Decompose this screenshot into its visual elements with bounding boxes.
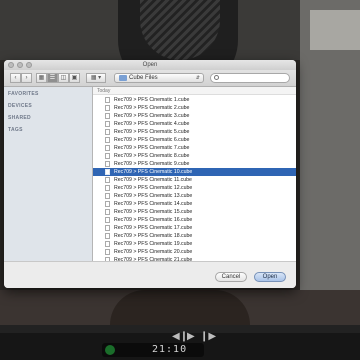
file-row[interactable]: Rec709 > PFS Cinematic 20.cube	[93, 248, 296, 256]
file-name: Rec709 > PFS Cinematic 10.cube	[114, 169, 193, 175]
subject-shoulders	[110, 290, 250, 325]
document-icon	[105, 169, 110, 175]
video-frame-bottom	[0, 290, 360, 325]
list-view-button[interactable]: ☰	[47, 73, 58, 83]
sidebar-section-devices[interactable]: DEVICES	[8, 103, 32, 109]
timecode-display: 21:10	[102, 343, 204, 357]
file-name: Rec709 > PFS Cinematic 19.cube	[114, 241, 193, 247]
toolbar: ‹ › ▦ ☰ ◫ ▣ ▦ ▾ Cube Files ⇵	[4, 70, 296, 87]
file-name: Rec709 > PFS Cinematic 9.cube	[114, 161, 190, 167]
file-rows: Rec709 > PFS Cinematic 1.cube Rec709 > PF…	[93, 96, 296, 261]
file-row[interactable]: Rec709 > PFS Cinematic 6.cube	[93, 136, 296, 144]
file-row[interactable]: Rec709 > PFS Cinematic 1.cube	[93, 96, 296, 104]
location-label: Cube Files	[129, 75, 158, 81]
document-icon	[105, 137, 110, 143]
file-name: Rec709 > PFS Cinematic 3.cube	[114, 113, 190, 119]
sidebar: FAVORITES DEVICES SHARED TAGS	[4, 87, 93, 261]
search-input[interactable]	[210, 73, 290, 83]
sidebar-section-favorites[interactable]: FAVORITES	[8, 91, 39, 97]
column-view-button[interactable]: ◫	[58, 73, 69, 83]
back-button[interactable]: ‹	[10, 73, 21, 83]
document-icon	[105, 217, 110, 223]
file-name: Rec709 > PFS Cinematic 8.cube	[114, 153, 190, 159]
file-name: Rec709 > PFS Cinematic 12.cube	[114, 185, 193, 191]
document-icon	[105, 225, 110, 231]
title-bar: Open	[4, 60, 296, 70]
search-icon	[214, 75, 219, 80]
cover-flow-button[interactable]: ▣	[69, 73, 80, 83]
next-icon[interactable]: ❙▶	[200, 331, 216, 342]
file-name: Rec709 > PFS Cinematic 13.cube	[114, 193, 193, 199]
file-name: Rec709 > PFS Cinematic 18.cube	[114, 233, 193, 239]
file-name: Rec709 > PFS Cinematic 16.cube	[114, 217, 193, 223]
document-icon	[105, 153, 110, 159]
file-row[interactable]: Rec709 > PFS Cinematic 12.cube	[93, 184, 296, 192]
file-row[interactable]: Rec709 > PFS Cinematic 19.cube	[93, 240, 296, 248]
file-row[interactable]: Rec709 > PFS Cinematic 8.cube	[93, 152, 296, 160]
file-name: Rec709 > PFS Cinematic 14.cube	[114, 201, 193, 207]
file-row[interactable]: Rec709 > PFS Cinematic 7.cube	[93, 144, 296, 152]
file-name: Rec709 > PFS Cinematic 11.cube	[114, 177, 192, 183]
file-row[interactable]: Rec709 > PFS Cinematic 3.cube	[93, 112, 296, 120]
dialog-footer: Cancel Open	[4, 261, 296, 288]
video-frame-right	[300, 0, 360, 320]
document-icon	[105, 249, 110, 255]
document-icon	[105, 113, 110, 119]
file-list: Today Rec709 > PFS Cinematic 1.cube Rec70…	[93, 87, 296, 261]
document-icon	[105, 241, 110, 247]
file-name: Rec709 > PFS Cinematic 15.cube	[114, 209, 193, 215]
document-icon	[105, 201, 110, 207]
file-row[interactable]: Rec709 > PFS Cinematic 13.cube	[93, 192, 296, 200]
file-row[interactable]: Rec709 > PFS Cinematic 18.cube	[93, 232, 296, 240]
timecode: 21:10	[152, 344, 188, 355]
record-indicator-icon	[105, 345, 115, 355]
forward-button[interactable]: ›	[21, 73, 32, 83]
file-name: Rec709 > PFS Cinematic 7.cube	[114, 145, 190, 151]
document-icon	[105, 145, 110, 151]
arrange-button[interactable]: ▦ ▾	[86, 73, 106, 83]
chevron-updown-icon: ⇵	[195, 75, 200, 81]
folder-icon	[119, 75, 127, 81]
file-row[interactable]: Rec709 > PFS Cinematic 2.cube	[93, 104, 296, 112]
document-icon	[105, 193, 110, 199]
file-row[interactable]: Rec709 > PFS Cinematic 14.cube	[93, 200, 296, 208]
document-icon	[105, 105, 110, 111]
file-name: Rec709 > PFS Cinematic 17.cube	[114, 225, 193, 231]
play-icon[interactable]: ▶	[187, 331, 195, 342]
sidebar-section-shared[interactable]: SHARED	[8, 115, 31, 121]
document-icon	[105, 177, 110, 183]
open-dialog: Open ‹ › ▦ ☰ ◫ ▣ ▦ ▾ Cube Files ⇵ FAVORI…	[4, 60, 296, 288]
file-row[interactable]: Rec709 > PFS Cinematic 11.cube	[93, 176, 296, 184]
file-row[interactable]: Rec709 > PFS Cinematic 17.cube	[93, 224, 296, 232]
document-icon	[105, 121, 110, 127]
file-name: Rec709 > PFS Cinematic 2.cube	[114, 105, 190, 111]
file-name: Rec709 > PFS Cinematic 6.cube	[114, 137, 190, 143]
document-icon	[105, 161, 110, 167]
file-row[interactable]: Rec709 > PFS Cinematic 15.cube	[93, 208, 296, 216]
file-name: Rec709 > PFS Cinematic 5.cube	[114, 129, 190, 135]
icon-view-button[interactable]: ▦	[36, 73, 47, 83]
file-row[interactable]: Rec709 > PFS Cinematic 10.cube	[93, 168, 296, 176]
file-row[interactable]: Rec709 > PFS Cinematic 5.cube	[93, 128, 296, 136]
file-name: Rec709 > PFS Cinematic 4.cube	[114, 121, 190, 127]
cancel-button[interactable]: Cancel	[215, 272, 247, 282]
document-icon	[105, 209, 110, 215]
sidebar-section-tags[interactable]: TAGS	[8, 127, 23, 133]
file-row[interactable]: Rec709 > PFS Cinematic 4.cube	[93, 120, 296, 128]
location-popup[interactable]: Cube Files ⇵	[114, 73, 204, 83]
dialog-title: Open	[142, 62, 158, 68]
file-row[interactable]: Rec709 > PFS Cinematic 16.cube	[93, 216, 296, 224]
document-icon	[105, 185, 110, 191]
file-name: Rec709 > PFS Cinematic 1.cube	[114, 97, 190, 103]
file-name: Rec709 > PFS Cinematic 20.cube	[114, 249, 193, 255]
document-icon	[105, 97, 110, 103]
document-icon	[105, 129, 110, 135]
previous-icon[interactable]: ◀❙	[172, 331, 188, 342]
list-group-header: Today	[93, 87, 296, 95]
file-row[interactable]: Rec709 > PFS Cinematic 9.cube	[93, 160, 296, 168]
open-button[interactable]: Open	[254, 272, 286, 282]
background-window	[310, 10, 360, 50]
document-icon	[105, 233, 110, 239]
